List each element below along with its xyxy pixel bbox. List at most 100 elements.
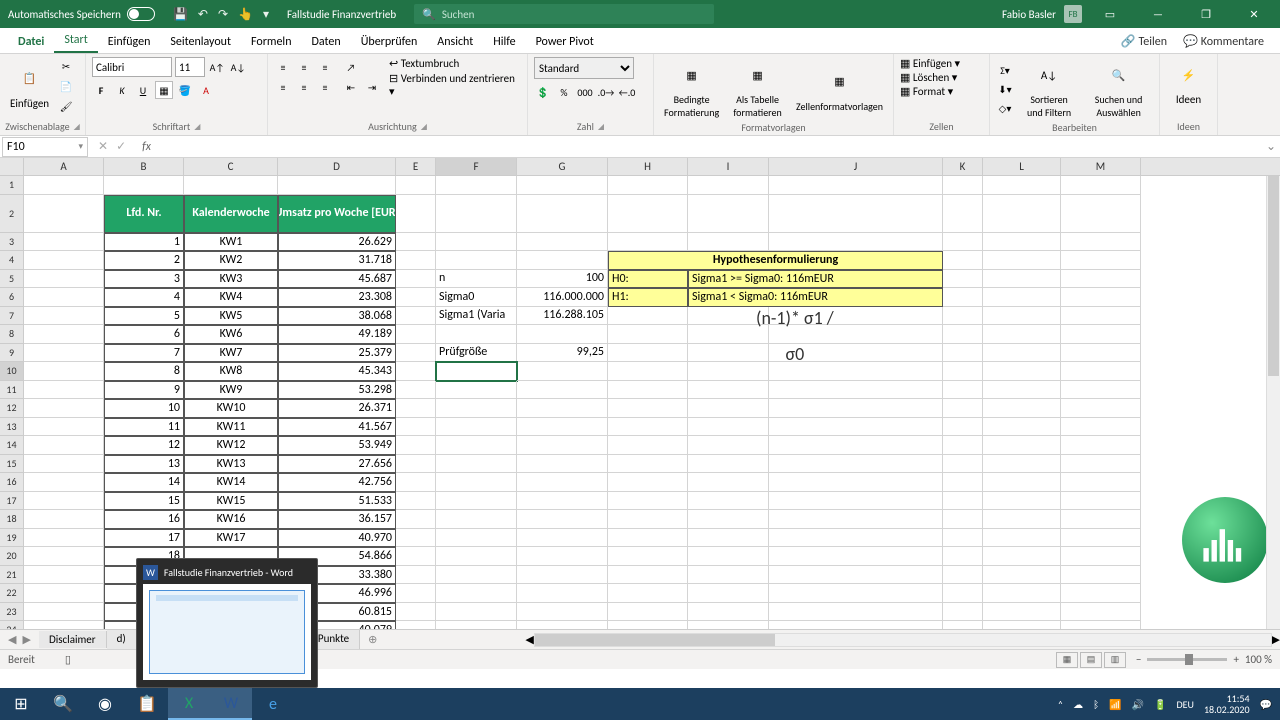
cell[interactable]: [396, 381, 436, 400]
cell[interactable]: [517, 584, 608, 603]
align-left-icon[interactable]: ≡: [274, 79, 292, 97]
cell[interactable]: KW4: [184, 288, 278, 307]
cell[interactable]: 15: [104, 492, 184, 511]
col-header-H[interactable]: H: [608, 158, 688, 175]
cell[interactable]: [1061, 566, 1141, 585]
cell[interactable]: [1061, 473, 1141, 492]
row-header[interactable]: 15: [0, 455, 24, 474]
row-header[interactable]: 2: [0, 195, 24, 233]
cell[interactable]: Lfd. Nr.: [104, 195, 184, 233]
cell[interactable]: [396, 399, 436, 418]
font-name-input[interactable]: [92, 57, 172, 77]
select-all-corner[interactable]: [0, 158, 24, 175]
paste-button[interactable]: 📋 Einfügen: [6, 61, 53, 112]
cell[interactable]: [436, 251, 517, 270]
row-header[interactable]: 1: [0, 176, 24, 195]
cell[interactable]: [517, 381, 608, 400]
cell[interactable]: [1061, 621, 1141, 629]
cell[interactable]: [608, 547, 688, 566]
cell[interactable]: [1061, 288, 1141, 307]
cell[interactable]: [396, 362, 436, 381]
col-header-G[interactable]: G: [517, 158, 608, 175]
cell[interactable]: [688, 621, 769, 629]
sheet-nav-prev-icon[interactable]: ◀: [8, 633, 16, 646]
cell[interactable]: [608, 603, 688, 622]
kommentare-button[interactable]: 💬 Kommentare: [1175, 30, 1272, 53]
cell[interactable]: 6: [104, 325, 184, 344]
cell[interactable]: [688, 473, 769, 492]
cell[interactable]: [769, 621, 943, 629]
cell[interactable]: [24, 418, 104, 437]
cell[interactable]: [24, 288, 104, 307]
cell[interactable]: 27.656: [278, 455, 396, 474]
borders-icon[interactable]: ▦: [155, 81, 173, 99]
find-select-button[interactable]: 🔍Suchen und Auswählen: [1084, 57, 1153, 121]
cell[interactable]: [608, 455, 688, 474]
cell[interactable]: KW15: [184, 492, 278, 511]
cut-icon[interactable]: ✂: [57, 57, 75, 75]
cell[interactable]: [436, 492, 517, 511]
cell[interactable]: [769, 584, 943, 603]
autosave-toggle[interactable]: Automatisches Speichern: [0, 7, 163, 21]
cell[interactable]: [608, 233, 688, 252]
cell[interactable]: Sigma0: [436, 288, 517, 307]
font-color-icon[interactable]: A: [197, 81, 215, 99]
zoom-slider[interactable]: [1147, 658, 1227, 661]
cell[interactable]: Prüfgröße: [436, 344, 517, 363]
cell[interactable]: [1061, 529, 1141, 548]
cell[interactable]: [943, 176, 983, 195]
clear-icon[interactable]: ◇▾: [996, 99, 1014, 117]
formula-input[interactable]: [157, 137, 1262, 157]
number-format-select[interactable]: Standard: [534, 57, 634, 79]
cell[interactable]: [983, 362, 1061, 381]
col-header-L[interactable]: L: [983, 158, 1061, 175]
cell[interactable]: [983, 547, 1061, 566]
cell[interactable]: H0:: [608, 270, 688, 289]
cell[interactable]: [983, 307, 1061, 326]
merge-center-button[interactable]: ⊟ Verbinden und zentrieren ▾: [389, 72, 521, 98]
cell[interactable]: [24, 362, 104, 381]
format-cells-button[interactable]: ▦ Format ▾: [900, 85, 983, 98]
cell[interactable]: [769, 529, 943, 548]
cell[interactable]: [688, 492, 769, 511]
cell[interactable]: 45.687: [278, 270, 396, 289]
cell[interactable]: [517, 621, 608, 629]
cell[interactable]: [436, 381, 517, 400]
row-header[interactable]: 4: [0, 251, 24, 270]
cell[interactable]: [769, 381, 943, 400]
cell[interactable]: [688, 584, 769, 603]
row-header[interactable]: 21: [0, 566, 24, 585]
insert-cells-button[interactable]: ▦ Einfügen ▾: [900, 57, 983, 70]
cell[interactable]: [608, 195, 688, 233]
cell[interactable]: [1061, 510, 1141, 529]
delete-cells-button[interactable]: ▦ Löschen ▾: [900, 71, 983, 84]
cell[interactable]: [24, 270, 104, 289]
conditional-format-button[interactable]: ▦Bedingte Formatierung: [660, 57, 723, 121]
cell[interactable]: 31.718: [278, 251, 396, 270]
bluetooth-icon[interactable]: ᛒ: [1093, 698, 1099, 711]
zoom-level[interactable]: 100 %: [1245, 653, 1272, 666]
cell[interactable]: 23.308: [278, 288, 396, 307]
cell[interactable]: 53.949: [278, 436, 396, 455]
decrease-font-icon[interactable]: A↓: [229, 58, 247, 76]
cell[interactable]: [396, 584, 436, 603]
cell[interactable]: [517, 473, 608, 492]
cell[interactable]: [436, 418, 517, 437]
cell[interactable]: [608, 584, 688, 603]
cell[interactable]: [436, 510, 517, 529]
cell[interactable]: [983, 529, 1061, 548]
cell[interactable]: [608, 307, 688, 326]
copy-icon[interactable]: 📄: [57, 77, 75, 95]
cell[interactable]: KW3: [184, 270, 278, 289]
cell[interactable]: [983, 436, 1061, 455]
cell[interactable]: 12: [104, 436, 184, 455]
italic-icon[interactable]: K: [113, 81, 131, 99]
cell[interactable]: [983, 621, 1061, 629]
cell[interactable]: KW12: [184, 436, 278, 455]
cell[interactable]: [24, 307, 104, 326]
cell[interactable]: Kalenderwoche: [184, 195, 278, 233]
cell[interactable]: 17: [104, 529, 184, 548]
cell[interactable]: 42.756: [278, 473, 396, 492]
row-header[interactable]: 6: [0, 288, 24, 307]
cell[interactable]: 4: [104, 288, 184, 307]
